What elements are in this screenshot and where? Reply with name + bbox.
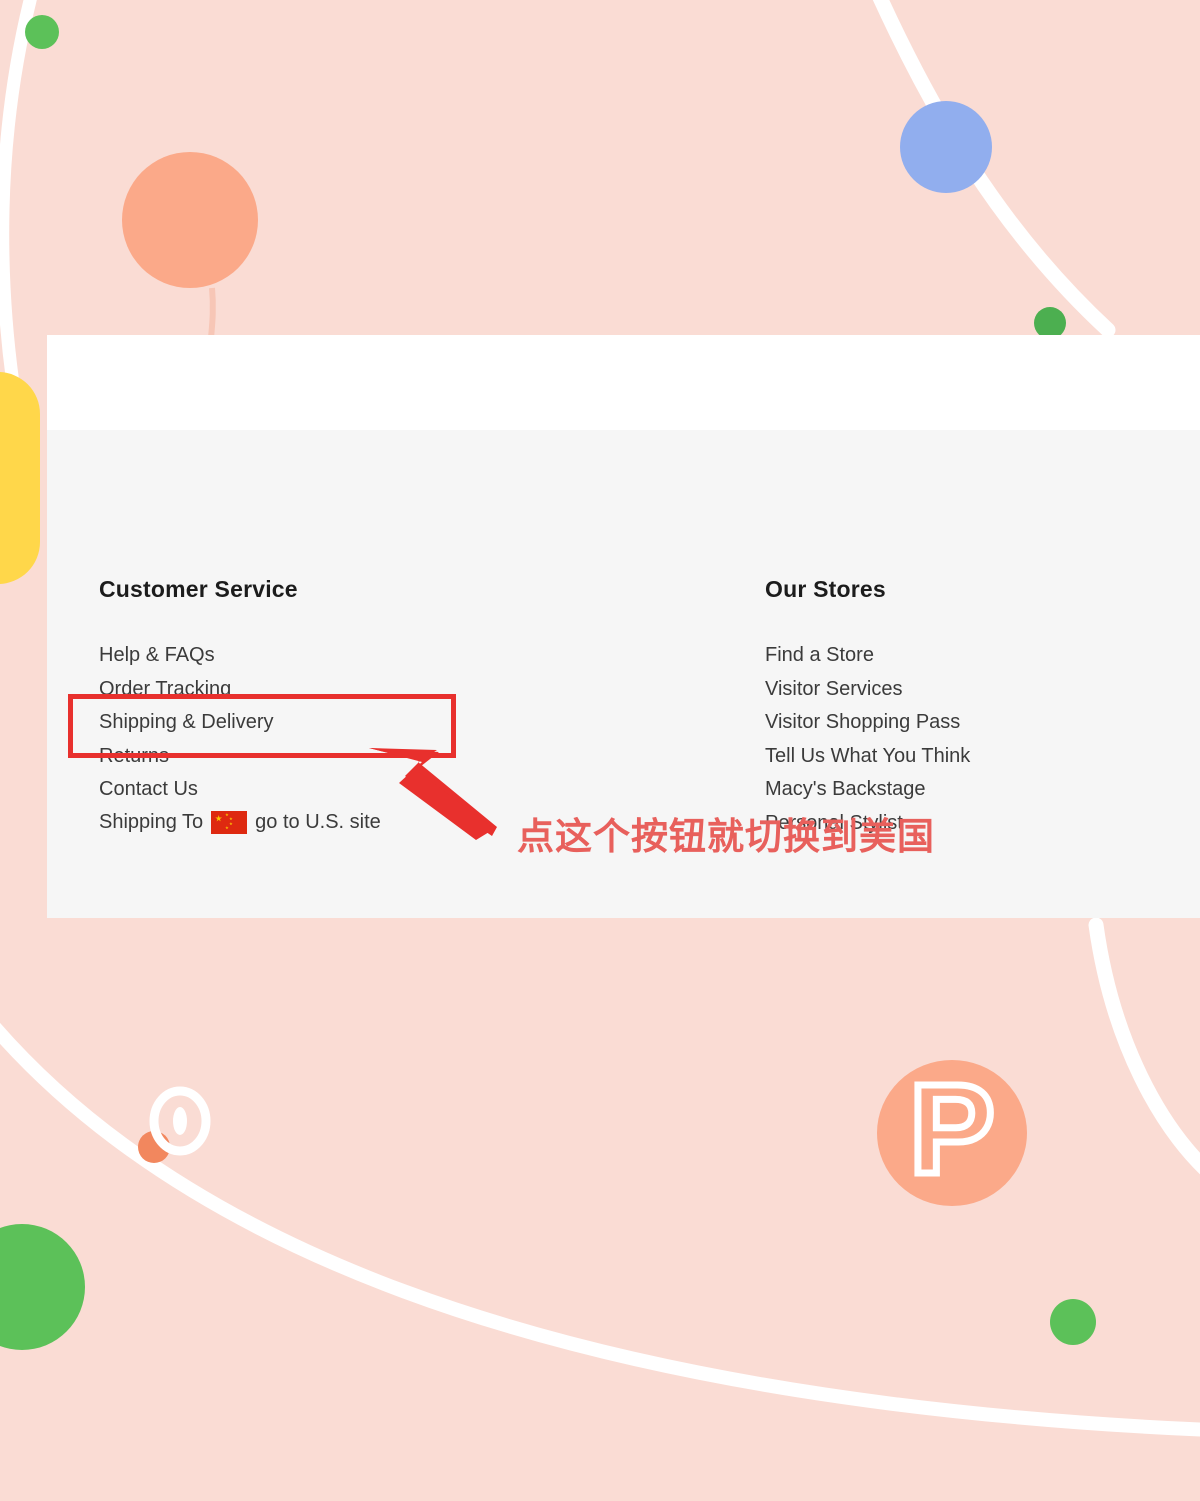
- shipping-to-label: Shipping To: [99, 811, 204, 833]
- footer-column-our-stores: Our Stores Find a Store Visitor Services…: [765, 578, 970, 840]
- footer-heading-customer-service: Customer Service: [99, 576, 298, 602]
- peach-circle-top: [122, 152, 258, 288]
- card-top-whitespace: [47, 335, 1200, 430]
- annotation-highlight-box: [68, 694, 456, 758]
- footer-link-list-our-stores: Find a Store Visitor Services Visitor Sh…: [765, 639, 970, 840]
- footer-link-tell-us-what-you-think[interactable]: Tell Us What You Think: [765, 740, 970, 774]
- flag-china-icon: [211, 811, 248, 834]
- green-dot-bottomright: [1050, 1299, 1096, 1345]
- footer-link-macys-backstage[interactable]: Macy's Backstage: [765, 773, 970, 807]
- footer-column-customer-service: Customer Service Help & FAQs Order Track…: [99, 578, 298, 807]
- go-to-us-site-link[interactable]: go to U.S. site: [255, 811, 381, 834]
- footer-link-find-a-store[interactable]: Find a Store: [765, 639, 970, 673]
- logo-letter-p: P: [909, 1058, 994, 1201]
- shipping-to-switcher[interactable]: Shipping To go to U.S. site: [99, 811, 381, 834]
- footer-link-visitor-services[interactable]: Visitor Services: [765, 673, 970, 707]
- macys-footer-card: Customer Service Help & FAQs Order Track…: [47, 335, 1200, 918]
- footer-link-visitor-shopping-pass[interactable]: Visitor Shopping Pass: [765, 706, 970, 740]
- footer-link-contact-us[interactable]: Contact Us: [99, 773, 298, 807]
- footer-region: Customer Service Help & FAQs Order Track…: [47, 430, 1200, 918]
- flag-star-small-1: [225, 813, 229, 817]
- yellow-shape: [0, 372, 40, 584]
- flag-star-large: [215, 815, 223, 822]
- footer-link-help-faqs[interactable]: Help & FAQs: [99, 639, 298, 673]
- blue-circle: [900, 101, 992, 193]
- ring-inner-icon: [173, 1107, 187, 1135]
- flag-star-small-3: [229, 822, 233, 826]
- flag-star-small-2: [229, 817, 233, 821]
- peach-stem: [208, 287, 216, 339]
- footer-link-personal-stylist[interactable]: Personal Stylist: [765, 807, 970, 841]
- green-dot-topleft: [25, 15, 59, 49]
- footer-heading-our-stores: Our Stores: [765, 576, 886, 602]
- flag-star-small-4: [225, 826, 229, 830]
